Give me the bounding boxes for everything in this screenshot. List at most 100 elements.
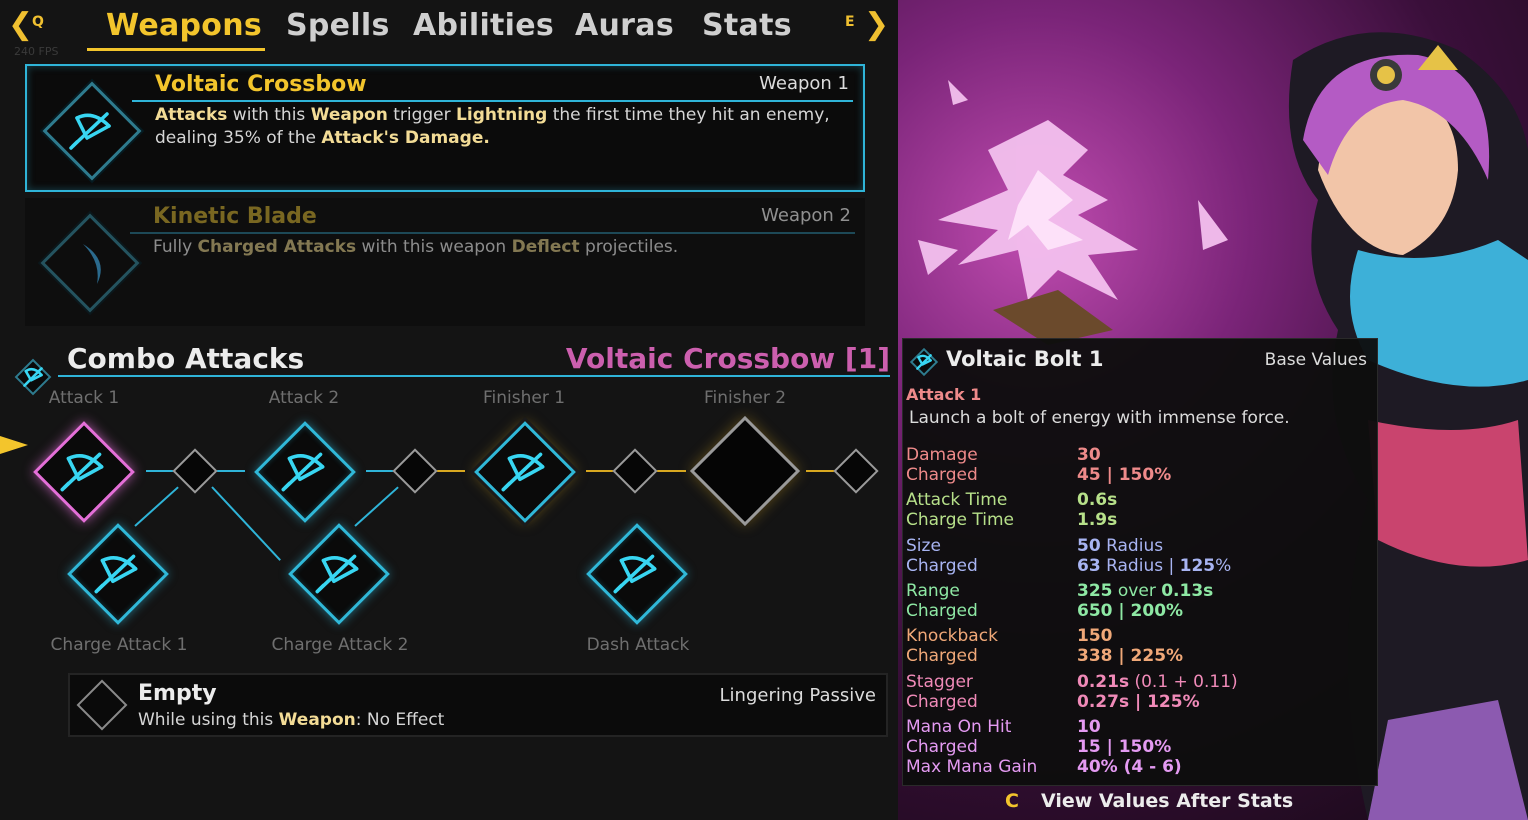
tab-spells[interactable]: Spells [286,8,390,43]
stat-value: 0.21s (0.1 + 0.11) [1077,672,1238,692]
slot-label-attack-2: Attack 2 [268,388,340,408]
attack-tooltip: Voltaic Bolt 1 Base Values Attack 1 Laun… [902,338,1378,786]
stat-value: 325 over 0.13s [1077,581,1214,601]
stat-value: 15 | 150% [1077,737,1172,757]
divider [130,232,855,234]
stat-row: Charged 650 | 200% [906,601,1183,621]
tab-auras[interactable]: Auras [575,8,674,43]
selection-arrow-icon [0,436,28,454]
stat-label: Charged [906,601,978,621]
weapon-slot-label: Weapon 1 [759,73,849,94]
divider [58,375,890,377]
combo-connector [612,448,658,494]
stat-row: Charged 45 | 150% [906,465,1171,485]
description-text: trigger [387,105,457,125]
stat-row: Size 50 Radius [906,536,1163,556]
tooltip-crossbow-icon [909,347,939,377]
stat-value: 0.6s [1077,490,1118,510]
stat-value: 30 [1077,445,1101,465]
stat-value: 40% (4 - 6) [1077,757,1182,777]
loadout-panel: ❮ Q Weapons Spells Abilities Auras Stats… [0,0,898,820]
stat-value: 45 | 150% [1077,465,1172,485]
tooltip-attack-label: Attack 1 [906,385,982,404]
crescent-blade-icon [83,244,101,284]
lingering-passive-card[interactable]: Empty While using this Weapon: No Effect… [68,673,888,737]
weapon-icon-frame [37,210,143,316]
slot-label-charge-1: Charge Attack 1 [50,635,188,655]
keyword-text: Deflect [511,237,580,257]
tab-bar: ❮ Q Weapons Spells Abilities Auras Stats… [0,0,898,58]
stat-row: Charged 338 | 225% [906,646,1183,666]
keyword-text: Charged Attacks [197,237,357,257]
combo-connector [833,448,879,494]
passive-description: While using this Weapon: No Effect [138,710,445,730]
keyword-text: Lightning [456,105,548,125]
combo-link [211,486,281,561]
tooltip-mode-label: Base Values [1264,350,1367,370]
keyword-text: Weapon [310,105,388,125]
prev-tab-key: Q [32,14,44,30]
slot-label-attack-1: Attack 1 [48,388,120,408]
hint-label: View Values After Stats [1040,790,1294,812]
view-after-stats-hint[interactable]: C View Values After Stats [1005,790,1293,812]
slot-label-charge-2: Charge Attack 2 [271,635,409,655]
weapon-description: Fully Charged Attacks with this weapon D… [153,236,845,259]
stat-label: Damage [906,445,978,465]
crossbow-icon [69,112,111,150]
combo-connector [392,448,438,494]
key-hint: C [1005,790,1019,812]
combo-link [215,470,245,472]
stat-label: Range [906,581,960,601]
tab-abilities[interactable]: Abilities [413,8,554,43]
tooltip-title: Voltaic Bolt 1 [946,347,1104,371]
stat-value: 50 Radius [1077,536,1164,556]
stat-value: 150 [1077,626,1113,646]
stat-row: Max Mana Gain 40% (4 - 6) [906,757,1182,777]
weapon-name: Voltaic Crossbow [155,72,367,97]
crossbow-icon [60,452,104,492]
divider [132,100,853,102]
tab-weapons[interactable]: Weapons [106,8,262,43]
description-text: with this [227,105,311,125]
stat-value: 338 | 225% [1077,646,1184,666]
stat-value: 1.9s [1077,510,1118,530]
next-tab-key: E [845,14,855,30]
stat-label: Charged [906,646,978,666]
stat-row: Charged 63 Radius | 125% [906,556,1231,576]
stat-row: Knockback 150 [906,626,1113,646]
combo-link [134,486,179,527]
chevron-left-icon[interactable]: ❮ [8,10,33,40]
weapon-card-2[interactable]: Kinetic Blade Weapon 2 Fully Charged Att… [25,198,865,326]
weapon-description: Attacks with this Weapon trigger Lightni… [155,104,843,150]
combo-link [656,470,686,472]
weapon-name: Kinetic Blade [153,204,317,229]
active-tab-underline [87,48,265,51]
slot-label-finisher-1: Finisher 1 [482,388,566,408]
slot-label-finisher-2: Finisher 2 [703,388,787,408]
crossbow-icon [94,554,138,594]
passive-title: Empty [138,681,217,706]
slot-label-dash: Dash Attack [586,635,690,655]
stat-label: Stagger [906,672,973,692]
crossbow-icon [613,554,657,594]
tooltip-description: Launch a bolt of energy with immense for… [909,408,1290,428]
stat-label: Size [906,536,941,556]
chevron-right-icon[interactable]: ❯ [864,10,889,40]
tab-stats[interactable]: Stats [702,8,792,43]
combo-title: Combo Attacks [67,342,305,375]
keyword-text: Attacks [155,105,228,125]
crossbow-icon [281,452,325,492]
stat-row: Charge Time 1.9s [906,510,1117,530]
crossbow-icon [315,554,359,594]
combo-link [354,486,399,527]
crossbow-icon [916,354,932,370]
stat-label: Charged [906,556,978,576]
stat-row: Charged 15 | 150% [906,737,1171,757]
stat-row: Stagger 0.21s (0.1 + 0.11) [906,672,1238,692]
weapon-card-1[interactable]: Voltaic Crossbow Weapon 1 Attacks with t… [25,64,865,192]
stat-label: Mana On Hit [906,717,1012,737]
stat-label: Max Mana Gain [906,757,1038,777]
stat-label: Charged [906,692,978,712]
stat-row: Damage 30 [906,445,1101,465]
stat-value: 63 Radius | 125% [1077,556,1232,576]
